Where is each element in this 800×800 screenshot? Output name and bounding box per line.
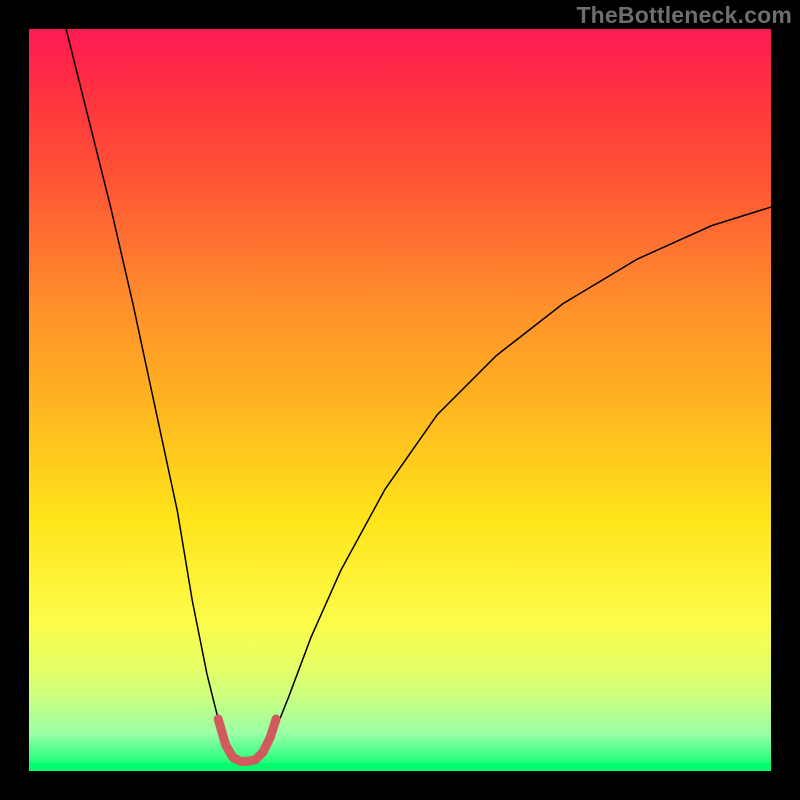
- watermark-text: TheBottleneck.com: [576, 2, 792, 29]
- chart-svg: [0, 0, 800, 800]
- series-bottleneck-curve-right: [263, 207, 771, 752]
- chart-frame: TheBottleneck.com: [0, 0, 800, 800]
- series-layer: [66, 29, 771, 761]
- series-valley-marker: [218, 719, 276, 761]
- series-bottleneck-curve-left: [66, 29, 231, 752]
